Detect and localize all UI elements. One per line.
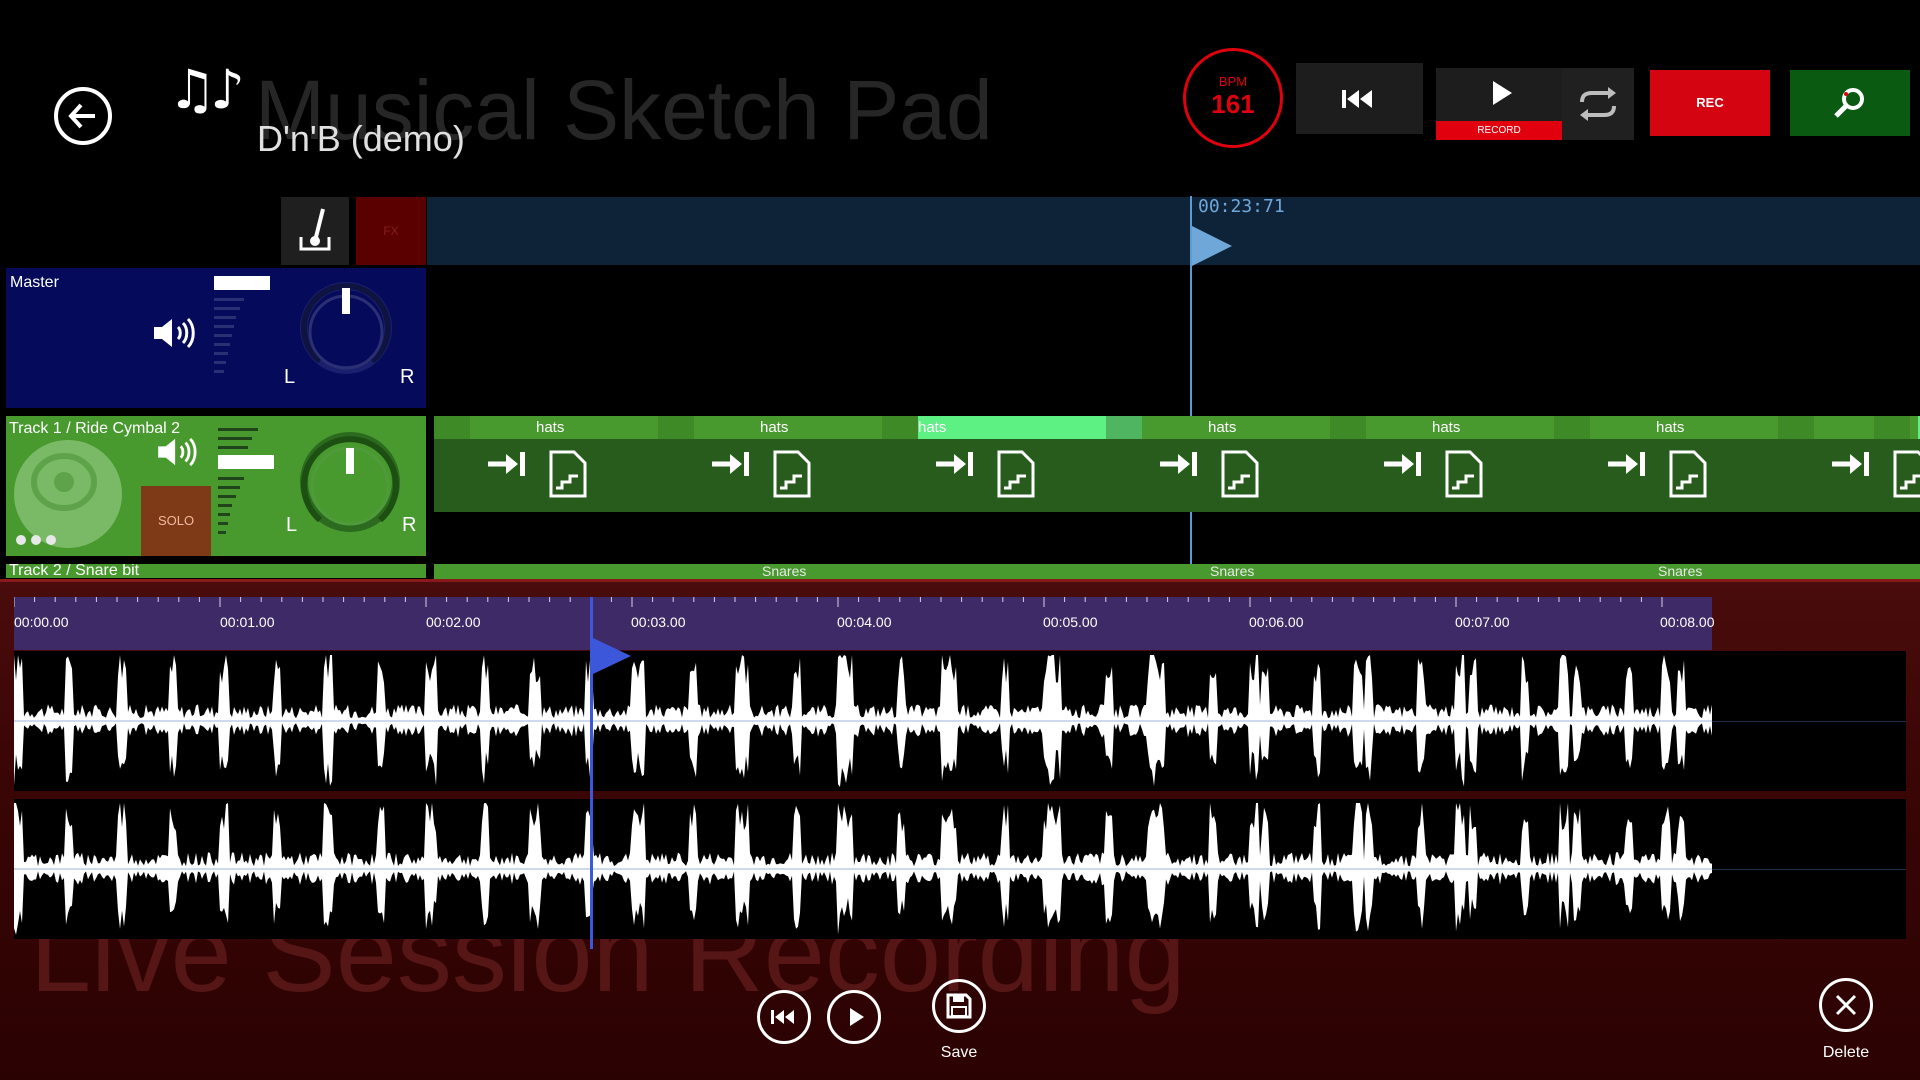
clip-label: hats xyxy=(470,416,658,439)
save-icon xyxy=(946,993,972,1019)
zoom-icon xyxy=(1834,88,1864,118)
rewind-icon xyxy=(771,1010,794,1024)
speaker-icon[interactable] xyxy=(152,316,196,350)
waveform-left xyxy=(14,655,1712,787)
bpm-value: 161 xyxy=(1211,89,1255,119)
clip[interactable]: hats xyxy=(1554,416,1778,512)
clip-label: Snares xyxy=(1658,564,1703,579)
delete-label: Delete xyxy=(1822,1044,1870,1061)
playhead-time: 00:23:71 xyxy=(1198,196,1285,217)
clip[interactable]: hats xyxy=(1106,416,1330,512)
pan-left-label: L xyxy=(284,366,296,388)
ruler-label: 00:07.00 xyxy=(1455,614,1510,630)
track2-header[interactable]: Track 2 / Snare bit xyxy=(6,564,426,578)
master-track-header[interactable]: Master L R xyxy=(6,268,426,408)
waveform-right xyxy=(14,803,1712,935)
sample-file-icon xyxy=(1669,450,1707,498)
ruler-label: 00:03.00 xyxy=(631,614,686,630)
volume-fader[interactable] xyxy=(214,276,270,379)
ruler-label: 00:05.00 xyxy=(1043,614,1098,630)
delete-button[interactable] xyxy=(1819,978,1873,1032)
playhead-handle[interactable] xyxy=(1192,226,1232,266)
clip[interactable]: hats xyxy=(882,416,1106,512)
clip-start-icon xyxy=(1160,452,1197,476)
record-mode-label: RECORD xyxy=(1436,121,1562,140)
track-options-icon[interactable] xyxy=(16,532,61,550)
clip-label: hats xyxy=(1142,416,1330,439)
rec-button[interactable]: REC xyxy=(1650,70,1770,136)
music-notes-icon: ♫♪ xyxy=(168,58,245,121)
ruler-label: 00:06.00 xyxy=(1249,614,1304,630)
save-button[interactable] xyxy=(932,979,986,1033)
clip-label: hats xyxy=(1366,416,1554,439)
clip-start-icon xyxy=(488,452,525,476)
volume-fader[interactable] xyxy=(218,428,278,540)
close-icon xyxy=(1835,994,1857,1016)
recording-playhead-handle[interactable] xyxy=(593,638,631,674)
track1-clip-lane[interactable]: hats hats hats hats hats hats hats xyxy=(434,416,1920,512)
sample-file-icon xyxy=(997,450,1035,498)
live-recording-panel: Live Session Recording 00:00.00 00:01.00… xyxy=(0,579,1920,1080)
sample-file-icon xyxy=(1445,450,1483,498)
sample-file-icon xyxy=(549,450,587,498)
sample-file-icon xyxy=(1221,450,1259,498)
recording-rewind-button[interactable] xyxy=(757,990,811,1044)
save-label: Save xyxy=(940,1044,978,1061)
bpm-label: BPM xyxy=(1218,74,1248,89)
pan-right-label: R xyxy=(400,366,415,388)
track-name: Track 1 / Ride Cymbal 2 xyxy=(9,420,181,437)
track-name: Track 2 / Snare bit xyxy=(9,564,140,578)
play-icon xyxy=(1493,81,1512,105)
loop-icon xyxy=(1580,87,1616,121)
timeline-scrubber[interactable] xyxy=(427,197,1920,265)
play-icon xyxy=(850,1008,864,1026)
zoom-button[interactable] xyxy=(1790,70,1910,136)
track1-header[interactable]: Track 1 / Ride Cymbal 2 SOLO L R xyxy=(6,416,426,556)
play-record-button[interactable]: RECORD xyxy=(1436,68,1562,140)
sample-file-icon xyxy=(773,450,811,498)
recording-play-button[interactable] xyxy=(827,990,881,1044)
ruler-label: 00:01.00 xyxy=(220,614,275,630)
clip[interactable]: hats xyxy=(658,416,882,512)
metronome-button[interactable] xyxy=(281,197,349,265)
project-name: D'n'B (demo) xyxy=(257,118,465,159)
ruler-label: 00:02.00 xyxy=(426,614,481,630)
clip-start-icon xyxy=(1832,452,1869,476)
clip[interactable]: hats xyxy=(1330,416,1554,512)
pan-left-label: L xyxy=(286,514,298,536)
speaker-icon[interactable] xyxy=(156,436,198,468)
clip-label: hats xyxy=(918,416,1106,439)
ruler-label: 00:08.00 xyxy=(1660,614,1715,630)
pan-knob[interactable] xyxy=(298,280,394,376)
pan-right-label: R xyxy=(402,514,417,536)
recording-ruler[interactable]: 00:00.00 00:01.00 00:02.00 00:03.00 00:0… xyxy=(14,597,1715,650)
clip-start-icon xyxy=(936,452,973,476)
back-arrow-icon xyxy=(68,103,95,129)
clip-label: Snares xyxy=(1210,564,1255,579)
fx-button[interactable]: FX xyxy=(356,197,426,265)
clip-label: hats xyxy=(1590,416,1778,439)
clip[interactable]: hats xyxy=(1874,416,1920,512)
clip[interactable]: hats xyxy=(434,416,658,512)
bpm-indicator[interactable]: BPM 161 xyxy=(1183,48,1283,148)
ruler-ticks xyxy=(14,597,1663,607)
ruler-label: 00:04.00 xyxy=(837,614,892,630)
clip-label: hats xyxy=(694,416,882,439)
loop-button[interactable] xyxy=(1562,68,1634,140)
clip-label: Snares xyxy=(762,564,807,579)
clip-start-icon xyxy=(1608,452,1645,476)
back-button[interactable] xyxy=(54,87,112,145)
track2-clip-lane[interactable]: Snares Snares Snares xyxy=(434,564,1920,579)
solo-button[interactable]: SOLO xyxy=(141,486,211,556)
rewind-icon xyxy=(1342,90,1372,108)
pan-knob[interactable] xyxy=(298,430,402,534)
rewind-button[interactable] xyxy=(1296,63,1423,134)
clip-start-icon xyxy=(712,452,749,476)
ruler-label: 00:00.00 xyxy=(14,614,69,630)
track-name: Master xyxy=(10,274,59,291)
metronome-icon xyxy=(299,208,331,251)
clip-start-icon xyxy=(1384,452,1421,476)
